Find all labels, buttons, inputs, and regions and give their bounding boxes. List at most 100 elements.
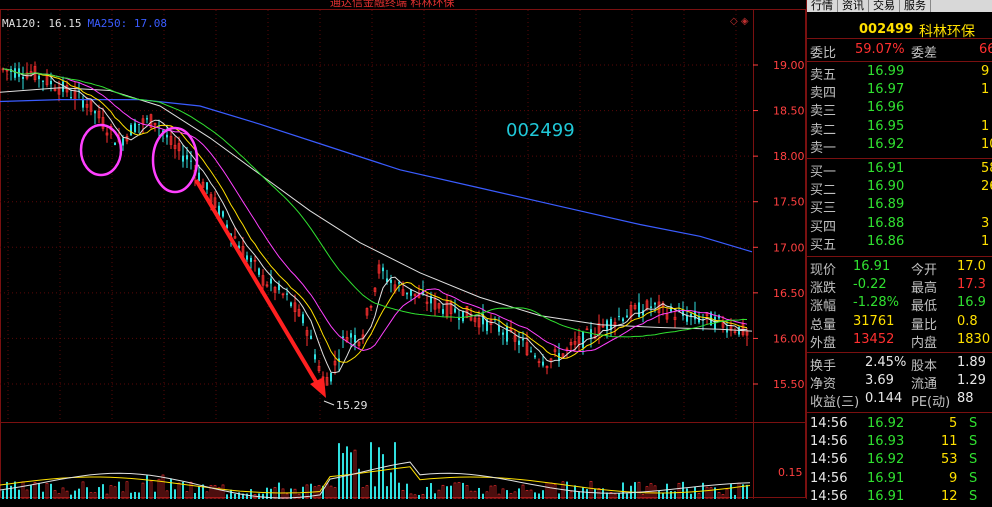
- candle-body: [138, 123, 140, 125]
- stat-row: 现价 16.91 今开 17.0: [807, 259, 992, 278]
- price-tick-label: 18.50: [773, 105, 805, 118]
- candle-body: [454, 308, 456, 313]
- bid-price: 16.91: [867, 161, 905, 176]
- volume-bar: [262, 493, 264, 499]
- candle-body: [186, 155, 188, 160]
- volume-bar: [350, 452, 352, 499]
- volume-bar: [521, 484, 525, 499]
- volume-bar: [81, 481, 85, 499]
- stat-value: 31761: [853, 313, 895, 329]
- candle-body: [522, 338, 524, 341]
- candle-body: [82, 98, 84, 108]
- ask-label: 卖二: [810, 122, 837, 138]
- volume-bar: [33, 482, 37, 499]
- stat-label: 最低: [911, 299, 938, 315]
- volume-tick-label: 0.15: [778, 466, 803, 479]
- stock-name: 科林环保: [919, 24, 975, 40]
- candle-body: [458, 318, 460, 320]
- menu-tab[interactable]: 交易: [869, 0, 900, 12]
- candle-body: [310, 335, 312, 339]
- downtrend-arrow: [194, 178, 320, 387]
- volume-bar: [246, 493, 248, 499]
- volume-bar: [737, 482, 741, 499]
- candle-body: [534, 355, 536, 358]
- volume-bar: [174, 489, 176, 499]
- candle-body: [94, 110, 96, 114]
- candle-body: [390, 279, 392, 283]
- volume-bar: [594, 489, 596, 499]
- candle-body: [382, 267, 384, 272]
- price-tick-label: 15.50: [773, 378, 805, 391]
- volume-bar: [14, 481, 16, 499]
- volume-bar: [78, 488, 80, 499]
- volume-bar: [421, 494, 425, 499]
- volume-bar: [149, 480, 153, 499]
- menu-tab[interactable]: 行情: [807, 0, 838, 12]
- candle-body: [502, 332, 504, 335]
- volume-bar: [130, 492, 132, 499]
- candle-body: [286, 293, 288, 295]
- stat-row: 净资 3.69 流通 1.29: [807, 373, 992, 392]
- volume-bar: [154, 491, 156, 499]
- volume-bar: [658, 491, 660, 499]
- volume-bar: [378, 447, 380, 499]
- volume-bar: [346, 446, 348, 499]
- volume-bar: [697, 493, 701, 499]
- candle-body: [166, 134, 168, 138]
- price-tick-label: 16.00: [773, 332, 805, 345]
- candle-body: [270, 278, 272, 284]
- ma10-line: [2, 68, 748, 363]
- separator: [807, 352, 992, 353]
- bid-row: 买四 16.88 3: [807, 216, 992, 235]
- stat-label: 现价: [810, 263, 837, 278]
- volume-bar: [613, 493, 617, 499]
- tick-volume: 12: [941, 488, 958, 504]
- volume-bar: [497, 493, 501, 499]
- candle-body: [350, 333, 352, 338]
- stat-label: 换手: [810, 359, 837, 374]
- volume-bar: [138, 492, 140, 499]
- tick-price: 16.92: [867, 452, 905, 468]
- tick-side: S: [969, 452, 978, 468]
- volume-bar: [394, 442, 396, 499]
- tick-row: 14:56 16.92 53 S: [807, 452, 992, 470]
- volume-bar: [105, 493, 109, 499]
- volume-bar: [18, 489, 20, 499]
- stat-value: 16.91: [853, 259, 891, 274]
- volume-bar: [325, 483, 329, 499]
- ask-row: 卖五 16.99 9: [807, 64, 992, 83]
- volume-bar: [161, 474, 165, 499]
- menu-tab[interactable]: 服务: [900, 0, 931, 12]
- volume-bar: [637, 481, 641, 499]
- volume-bar: [721, 494, 725, 499]
- candle-body: [190, 160, 192, 162]
- volume-bar: [146, 475, 148, 499]
- price-chart[interactable]: 15.29 19.00 18.50 18.00 17.50 17.00 16.50 16.0…: [0, 0, 806, 499]
- volume-bar: [38, 482, 40, 499]
- stat-value: 1.89: [957, 355, 986, 370]
- volume-bar: [493, 485, 497, 499]
- candle-body: [582, 331, 584, 348]
- stat-value: 3.69: [865, 373, 894, 389]
- ask-row: 卖二 16.95 1: [807, 118, 992, 138]
- stat-row: 涨幅 -1.28% 最低 16.9: [807, 295, 992, 315]
- volume-bar: [714, 487, 716, 499]
- volume-bar: [578, 491, 580, 499]
- volume-bar: [226, 494, 228, 499]
- volume-bar: [21, 481, 25, 499]
- ask-label: 卖三: [810, 104, 837, 120]
- volume-bar: [57, 493, 61, 499]
- volume-bar: [509, 493, 513, 499]
- menu-tab[interactable]: 资讯: [838, 0, 869, 12]
- volume-bar: [434, 493, 436, 499]
- chart-tool-icon[interactable]: ◇ ◈: [730, 16, 749, 27]
- volume-bar: [353, 449, 357, 499]
- bid-price: 16.90: [867, 179, 905, 195]
- volume-bar: [189, 481, 193, 499]
- tick-row: 14:56 16.91 9 S: [807, 471, 992, 489]
- stat-label: 涨幅: [810, 299, 837, 315]
- ask-price: 16.97: [867, 82, 905, 98]
- bid-volume: 58: [981, 161, 992, 176]
- ask-price: 16.95: [867, 118, 905, 134]
- candle-body: [14, 68, 16, 78]
